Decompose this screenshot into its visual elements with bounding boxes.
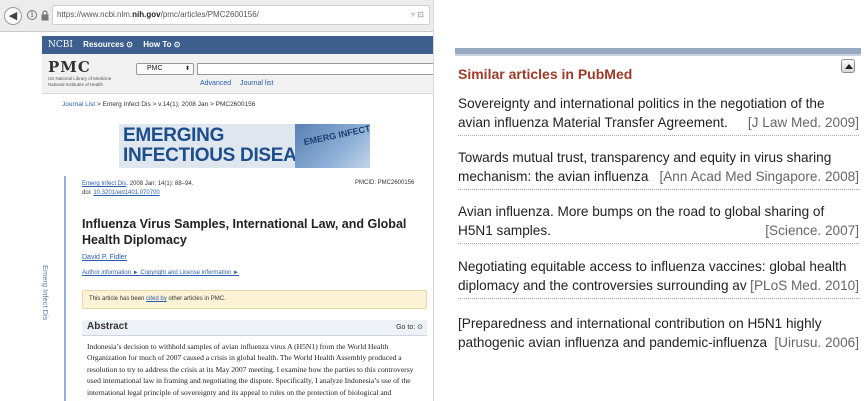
side-rule bbox=[64, 176, 66, 401]
author-info-link[interactable]: Author information ► bbox=[82, 270, 140, 276]
journal-banner[interactable]: EMERGING INFECTIOUS DISEASES EMERG INFEC… bbox=[119, 124, 370, 168]
similar-article-item[interactable]: Towards mutual trust, transparency and e… bbox=[458, 148, 859, 190]
cited-post: other articles in PMC. bbox=[166, 296, 226, 302]
article-source: [Uirusu. 2006] bbox=[772, 333, 859, 352]
article-line-1: Towards mutual trust, transparency and e… bbox=[458, 150, 832, 165]
journal-link[interactable]: Emerg Infect Dis bbox=[82, 181, 126, 187]
article-line-1: Sovereignty and international politics i… bbox=[458, 96, 825, 111]
lock-icon bbox=[41, 10, 49, 21]
url-suffix: /pmc/articles/PMC2600156/ bbox=[160, 10, 259, 19]
url-host: nih.gov bbox=[132, 10, 161, 19]
panel-top-rule-light bbox=[455, 54, 861, 56]
article-source: [Science. 2007] bbox=[763, 221, 859, 240]
author-link[interactable]: David P. Fidler bbox=[82, 254, 127, 261]
database-select[interactable]: PMC ⬍ bbox=[136, 63, 194, 75]
article-source: [PLoS Med. 2010] bbox=[748, 276, 859, 295]
article-source: [Ann Acad Med Singapore. 2008] bbox=[657, 167, 859, 186]
url-prefix: https://www.ncbi.nlm. bbox=[57, 10, 133, 19]
breadcrumb: Journal List > Emerg Infect Dis > v.14(1… bbox=[62, 101, 255, 108]
article-source: [J Law Med. 2009] bbox=[745, 113, 859, 132]
goto-menu[interactable]: Go to: ⊙ bbox=[396, 323, 423, 331]
pmc-subtitle: US National Library of Medicine National… bbox=[48, 76, 112, 87]
select-arrow-icon: ⬍ bbox=[184, 66, 190, 72]
info-icon[interactable]: i bbox=[27, 10, 37, 20]
author-info-row: Author information ► Copyright and Licen… bbox=[82, 270, 239, 276]
similar-articles-title: Similar articles in PubMed bbox=[458, 66, 633, 82]
journal-list-link[interactable]: Journal list bbox=[240, 80, 273, 87]
similar-article-item[interactable]: Sovereignty and international politics i… bbox=[458, 94, 859, 136]
back-button[interactable]: ◀ bbox=[4, 7, 22, 25]
url-field[interactable]: https://www.ncbi.nlm.nih.gov/pmc/article… bbox=[52, 5, 430, 25]
article-line-1: Avian influenza. More bumps on the road … bbox=[458, 204, 825, 219]
pmc-logo[interactable]: PMC bbox=[48, 58, 91, 76]
browser-window: ◀ i https://www.ncbi.nlm.nih.gov/pmc/art… bbox=[0, 0, 434, 401]
cited-by-link[interactable]: cited by bbox=[146, 296, 167, 302]
address-bar: ◀ i https://www.ncbi.nlm.nih.gov/pmc/art… bbox=[0, 0, 433, 32]
pmcid: PMCID: PMC2600156 bbox=[355, 180, 415, 186]
collapse-button[interactable] bbox=[841, 59, 855, 73]
cited-by-notice: This article has been cited by other art… bbox=[82, 290, 427, 309]
database-select-value: PMC bbox=[147, 65, 163, 72]
resources-menu[interactable]: Resources ⊙ bbox=[83, 40, 133, 49]
advanced-link[interactable]: Advanced bbox=[200, 80, 231, 87]
doi-label: doi: bbox=[82, 190, 94, 196]
article-line-1: Negotiating equitable access to influenz… bbox=[458, 259, 847, 274]
similar-article-item[interactable]: [Preparedness and international contribu… bbox=[458, 314, 859, 356]
article-title: Influenza Virus Samples, International L… bbox=[82, 217, 407, 247]
article-line-1: [Preparedness and international contribu… bbox=[458, 316, 822, 331]
side-journal-label: Emerg Infect Dis bbox=[41, 265, 50, 321]
breadcrumb-journal-list[interactable]: Journal List bbox=[62, 101, 95, 108]
abstract-heading: Abstract bbox=[87, 321, 128, 332]
howto-menu[interactable]: How To ⊙ bbox=[143, 40, 180, 49]
cited-pre: This article has been bbox=[89, 296, 147, 302]
similar-article-item[interactable]: Avian influenza. More bumps on the road … bbox=[458, 202, 859, 244]
ncbi-logo[interactable]: NCBI bbox=[48, 40, 73, 50]
citation-text: . 2008 Jan; 14(1): 88–94. bbox=[126, 181, 194, 187]
abstract-text: Indonesia’s decision to withhold samples… bbox=[87, 342, 414, 397]
search-input[interactable] bbox=[197, 63, 433, 75]
banner-line-1: EMERGING bbox=[123, 125, 225, 146]
doi-link[interactable]: 10.3201/eid1401.070700 bbox=[93, 190, 159, 196]
ncbi-header: NCBI Resources ⊙ How To ⊙ bbox=[42, 36, 433, 54]
abstract-header: Abstract Go to: ⊙ bbox=[82, 320, 427, 336]
citation: Emerg Infect Dis. 2008 Jan; 14(1): 88–94… bbox=[82, 180, 193, 198]
pmc-search-bar: PMC US National Library of Medicine Nati… bbox=[42, 54, 433, 94]
breadcrumb-rest: > Emerg Infect Dis > v.14(1); 2008 Jan >… bbox=[95, 101, 256, 108]
url-tail-icons[interactable]: ▿ ⊡ bbox=[411, 6, 424, 24]
copyright-link[interactable]: Copyright and License information ► bbox=[140, 270, 239, 276]
similar-articles-panel: Similar articles in PubMed Sovereignty a… bbox=[455, 48, 861, 401]
similar-article-item[interactable]: Negotiating equitable access to influenz… bbox=[458, 257, 859, 299]
